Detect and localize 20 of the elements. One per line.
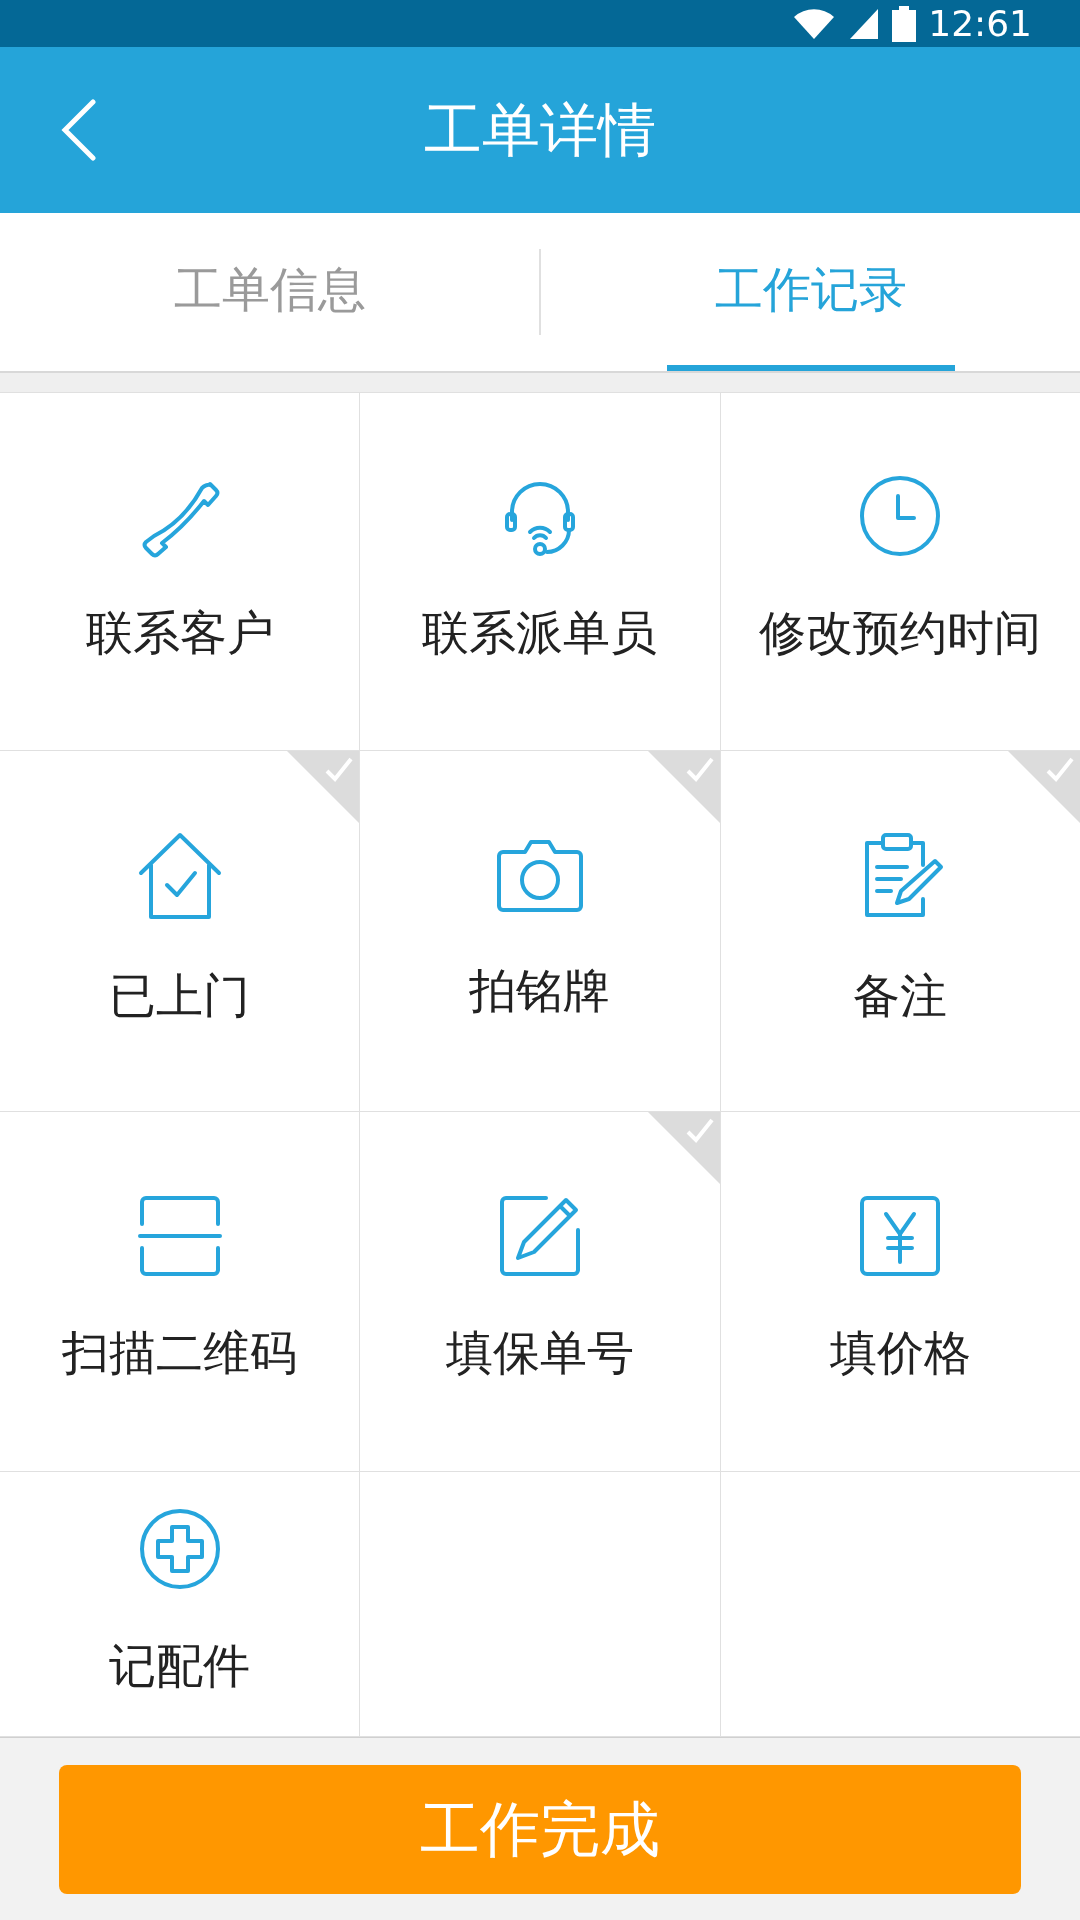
action-tile[interactable]: 扫描二维码 [0,1112,360,1471]
yen-icon [858,1194,943,1279]
action-tile[interactable]: 联系派单员 [360,393,720,750]
action-tile[interactable]: 填保单号 [360,1112,720,1471]
battery-icon [892,5,917,42]
scan-icon [137,1194,222,1279]
action-tile[interactable]: 修改预约时间 [720,393,1080,750]
page-title: 工单详情 [424,94,656,166]
action-tile[interactable]: 填价格 [720,1112,1080,1471]
plus-circle-icon [137,1506,222,1591]
action-tile[interactable]: 联系客户 [0,393,360,750]
action-tile[interactable]: 备注 [720,751,1080,1111]
action-tile[interactable]: 已上门 [0,751,360,1111]
back-icon [61,99,97,161]
action-tile[interactable]: 拍铭牌 [360,751,720,1111]
pen-square-icon [498,1194,582,1279]
clock-icon [858,474,943,559]
action-tile[interactable]: 记配件 [0,1472,360,1736]
status-time: 12:61 [928,5,1032,42]
wifi-icon [792,6,837,41]
